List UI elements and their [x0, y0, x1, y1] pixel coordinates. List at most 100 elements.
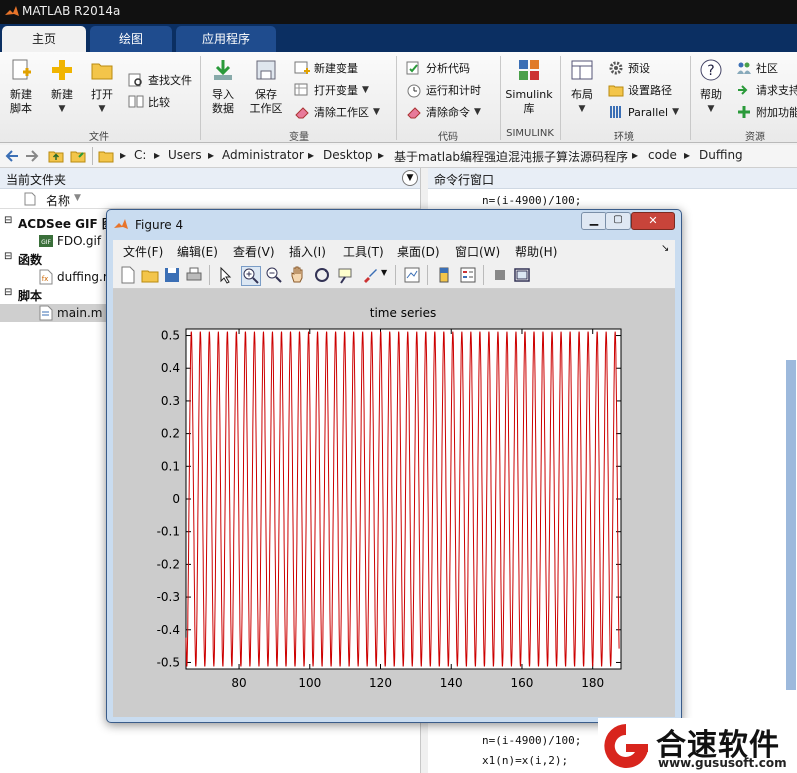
y-tick-label: 0.1	[161, 459, 180, 473]
command-line: n=(i-4900)/100;	[482, 734, 582, 747]
ribbon-tab-strip: 主页 绘图 应用程序	[0, 24, 797, 52]
x-tick-label: 140	[440, 676, 463, 690]
file-icon	[24, 192, 36, 206]
show-plot-tools-icon[interactable]	[513, 266, 531, 284]
open-variable-icon	[294, 83, 308, 96]
back-arrow-icon[interactable]	[4, 148, 20, 164]
command-window-scrollbar[interactable]	[786, 360, 796, 690]
menu-edit[interactable]: 编辑(E)	[177, 243, 218, 260]
toolbar-separator	[395, 265, 396, 285]
menu-file[interactable]: 文件(F)	[123, 243, 163, 260]
new-script-button[interactable]: 新建 脚本	[4, 58, 38, 116]
save-workspace-button[interactable]: 保存 工作区	[246, 58, 286, 116]
figure-menu-bar: 文件(F) 编辑(E) 查看(V) 插入(I) 工具(T) 桌面(D) 窗口(W…	[113, 240, 675, 262]
brush-icon[interactable]	[361, 266, 379, 284]
community-button[interactable]: 社区	[736, 58, 778, 78]
figure-title-bar[interactable]: Figure 4 ▁ ▢ ✕	[107, 210, 681, 240]
column-header[interactable]: 名称 ▼	[0, 190, 420, 209]
request-support-button[interactable]: 请求支持	[736, 80, 797, 100]
addons-button[interactable]: 附加功能	[736, 102, 797, 122]
data-cursor-icon[interactable]	[337, 266, 355, 284]
link-plot-icon[interactable]	[403, 266, 421, 284]
import-data-button[interactable]: 导入 数据	[204, 58, 242, 116]
ribbon-separator	[560, 56, 561, 140]
clear-commands-button[interactable]: 清除命令 ▼	[406, 102, 481, 122]
panel-options-button[interactable]: ▼	[402, 170, 418, 186]
x-tick-label: 160	[511, 676, 534, 690]
zoom-out-icon[interactable]	[265, 266, 283, 284]
menu-help[interactable]: 帮助(H)	[515, 243, 557, 260]
browse-folder-icon[interactable]	[70, 148, 86, 164]
breadcrumb-administrator[interactable]: Administrator	[222, 148, 304, 162]
analyze-code-icon	[406, 61, 419, 75]
colorbar-icon[interactable]	[435, 266, 453, 284]
find-files-button[interactable]: 查找文件	[128, 70, 192, 90]
breadcrumb-code[interactable]: code	[648, 148, 677, 162]
x-tick-label: 80	[231, 676, 246, 690]
breadcrumb-project-folder[interactable]: 基于matlab编程强迫混沌振子算法源码程序	[394, 148, 628, 165]
tab-plots[interactable]: 绘图	[90, 26, 172, 52]
hide-plot-tools-icon[interactable]	[491, 266, 509, 284]
menu-window[interactable]: 窗口(W)	[455, 243, 500, 260]
time-series-plot[interactable]: time series 80 100 120 140 160 180 0.5 0.4 0.3 0.…	[113, 289, 675, 717]
maximize-button[interactable]: ▢	[605, 212, 631, 230]
layout-button[interactable]: 布局 ▼	[564, 58, 600, 116]
brush-dropdown-arrow-icon[interactable]: ▼	[381, 268, 387, 277]
help-button[interactable]: ? 帮助 ▼	[694, 58, 728, 116]
y-tick-label: 0.3	[161, 394, 180, 408]
ribbon-separator	[500, 56, 501, 140]
up-folder-icon[interactable]	[48, 148, 64, 164]
forward-arrow-icon[interactable]	[24, 148, 40, 164]
breadcrumb-drive[interactable]: C:	[134, 148, 146, 162]
layout-icon	[571, 60, 593, 80]
new-variable-button[interactable]: 新建变量	[294, 58, 358, 78]
clear-workspace-button[interactable]: 清除工作区 ▼	[294, 102, 380, 122]
y-tick-label: -0.3	[157, 590, 180, 604]
figure-window[interactable]: Figure 4 ▁ ▢ ✕ 文件(F) 编辑(E) 查看(V) 插入(I) 工…	[106, 209, 682, 723]
analyze-code-button[interactable]: 分析代码	[406, 58, 470, 78]
breadcrumb-duffing[interactable]: Duffing	[699, 148, 743, 162]
menu-dock-arrow-icon[interactable]: ↘	[661, 243, 669, 254]
new-button[interactable]: 新建 ▼	[44, 58, 80, 116]
rotate-3d-icon[interactable]	[313, 266, 331, 284]
breadcrumb-desktop[interactable]: Desktop	[323, 148, 373, 162]
print-icon[interactable]	[185, 266, 203, 284]
tab-home[interactable]: 主页	[2, 26, 86, 52]
pan-hand-icon[interactable]	[289, 266, 307, 284]
open-variable-button[interactable]: 打开变量 ▼	[294, 80, 369, 100]
new-variable-icon	[294, 61, 310, 74]
simulink-icon	[519, 60, 539, 80]
minimize-button[interactable]: ▁	[581, 212, 607, 230]
save-icon[interactable]	[163, 266, 181, 284]
collapse-icon[interactable]: ⊟	[4, 287, 12, 298]
close-button[interactable]: ✕	[631, 212, 675, 230]
chart-title: time series	[370, 306, 436, 320]
set-path-button[interactable]: 设置路径	[608, 80, 672, 100]
compare-button[interactable]: 比较	[128, 92, 170, 112]
tab-apps[interactable]: 应用程序	[176, 26, 276, 52]
open-button[interactable]: 打开 ▼	[84, 58, 120, 116]
zoom-in-icon[interactable]	[241, 266, 261, 286]
run-and-time-button[interactable]: 运行和计时	[406, 80, 481, 100]
parallel-button[interactable]: Parallel ▼	[608, 102, 679, 122]
open-file-icon[interactable]	[141, 266, 159, 284]
menu-insert[interactable]: 插入(I)	[289, 243, 326, 260]
folder-icon	[91, 63, 113, 80]
collapse-icon[interactable]: ⊟	[4, 251, 12, 262]
save-workspace-icon	[256, 60, 276, 80]
simulink-library-button[interactable]: Simulink 库	[504, 58, 554, 116]
x-tick-label: 100	[298, 676, 321, 690]
address-separator	[92, 147, 93, 165]
x-tick-label: 180	[581, 676, 604, 690]
legend-icon[interactable]	[459, 266, 477, 284]
preferences-button[interactable]: 预设	[608, 58, 650, 78]
pointer-icon[interactable]	[217, 266, 235, 284]
breadcrumb-users[interactable]: Users	[168, 148, 202, 162]
collapse-icon[interactable]: ⊟	[4, 215, 12, 226]
menu-view[interactable]: 查看(V)	[233, 243, 275, 260]
new-figure-icon[interactable]	[119, 266, 137, 284]
watermark-logo-icon	[604, 724, 648, 768]
menu-desktop[interactable]: 桌面(D)	[397, 243, 440, 260]
svg-text:fx: fx	[42, 275, 49, 283]
menu-tools[interactable]: 工具(T)	[343, 243, 384, 260]
